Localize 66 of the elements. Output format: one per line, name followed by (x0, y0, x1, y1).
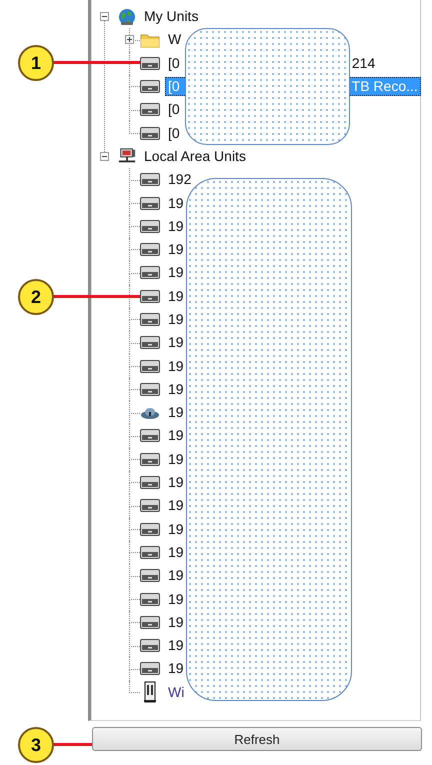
device-icon (140, 173, 160, 186)
device-icon (140, 569, 160, 582)
tree-item[interactable]: 19 (168, 288, 184, 305)
device-icon (140, 126, 160, 140)
tree-item[interactable]: 19 (168, 241, 184, 258)
tree-item[interactable]: 19 (168, 497, 184, 514)
callout-badge: 1 (18, 45, 54, 81)
tree-item[interactable]: [0 (168, 101, 180, 118)
tree-item[interactable]: My Units (144, 8, 198, 26)
tree-item[interactable]: 19 (168, 194, 184, 212)
tree-item[interactable]: Wi (168, 684, 184, 701)
collapse-toggle[interactable] (100, 152, 109, 161)
cloud-icon (140, 406, 160, 419)
device-icon (140, 196, 160, 210)
computer-icon (118, 147, 136, 166)
tree-item[interactable]: 19 (168, 380, 184, 398)
tree-item[interactable]: 19 (168, 427, 184, 444)
device-icon (140, 662, 160, 676)
tree-item[interactable]: Local Area Units (144, 148, 246, 165)
tree-item[interactable]: 19 (168, 474, 184, 492)
device-icon (140, 382, 160, 396)
tree-item[interactable]: 19 (168, 590, 184, 608)
device-icon (140, 476, 160, 490)
device-icon (140, 546, 160, 559)
folder-icon (140, 32, 160, 48)
tree-item[interactable]: [0 (168, 124, 180, 142)
device-icon (140, 313, 160, 326)
tree-item[interactable]: 19 (168, 404, 184, 422)
device-icon (140, 220, 160, 233)
collapse-toggle[interactable] (100, 12, 109, 21)
device-icon (140, 266, 160, 280)
tree-item[interactable]: 19 (168, 520, 184, 538)
callout-badge: 3 (18, 727, 54, 763)
tree-item[interactable]: [0 214 (168, 54, 376, 72)
tree-item[interactable]: 19 (168, 358, 184, 375)
tree-item[interactable]: 19 (168, 311, 184, 328)
device-icon (140, 616, 160, 629)
device-icon (140, 290, 160, 303)
expand-toggle[interactable] (125, 35, 134, 44)
device-icon (140, 360, 160, 373)
device-icon (140, 639, 160, 652)
tree-item[interactable]: 19 (168, 218, 184, 235)
leader-line (52, 743, 92, 746)
tree-item[interactable]: 19 (168, 450, 184, 468)
tree-item[interactable]: 19 (168, 334, 184, 352)
globe-icon (118, 8, 136, 26)
device-icon (140, 522, 160, 536)
device-icon (140, 80, 160, 94)
tree-item[interactable]: 19 (168, 660, 184, 678)
tree-item[interactable]: W (168, 31, 182, 48)
tree-item[interactable]: 19 (168, 637, 184, 654)
device-icon (140, 452, 160, 466)
tree-item[interactable]: 192 (168, 171, 192, 188)
refresh-button[interactable]: Refresh (92, 727, 422, 751)
device-icon (140, 336, 160, 350)
device-icon (140, 499, 160, 512)
device-icon (140, 592, 160, 606)
tree-item[interactable]: 19 (168, 544, 184, 561)
device-icon (140, 56, 160, 70)
callout-badge: 2 (18, 279, 54, 315)
tree-item[interactable]: 19 (168, 614, 184, 631)
device-icon (140, 103, 160, 116)
tree-item[interactable]: 19 (168, 567, 184, 584)
tree-item[interactable]: 19 (168, 264, 184, 282)
device-icon (140, 429, 160, 442)
device-icon (140, 243, 160, 256)
